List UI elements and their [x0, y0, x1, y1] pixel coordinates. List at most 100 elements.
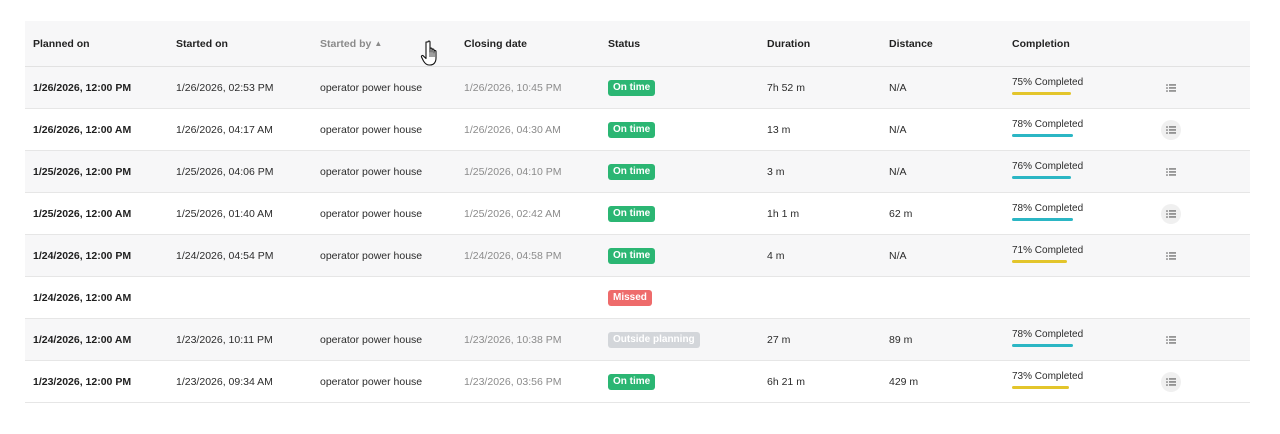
column-label: Status — [608, 37, 641, 50]
completion-progress-bar — [1012, 217, 1073, 221]
started-on-text: 1/25/2026, 01:40 AM — [176, 207, 273, 220]
duration-cell: 4 m — [767, 235, 785, 276]
column-label: Distance — [889, 37, 933, 50]
details-cell — [1161, 151, 1181, 192]
planned-on-cell: 1/26/2026, 12:00 AM — [33, 109, 131, 150]
column-label: Completion — [1012, 37, 1070, 50]
started-by-cell: operator power house — [320, 235, 422, 276]
table-row[interactable]: 1/24/2026, 12:00 AM 1/23/2026, 10:11 PM op… — [25, 319, 1250, 361]
status-cell: On time — [608, 193, 656, 234]
planned-on-cell: 1/25/2026, 12:00 PM — [33, 151, 131, 192]
view-details-button[interactable] — [1161, 162, 1181, 182]
table-row[interactable]: 1/24/2026, 12:00 AM Missed — [25, 277, 1250, 319]
started-on-cell: 1/23/2026, 10:11 PM — [176, 319, 273, 360]
status-badge: On time — [608, 205, 656, 222]
started-by-text: operator power house — [320, 333, 423, 346]
completion-progress-bar — [1012, 91, 1071, 95]
column-header-started-by[interactable]: Started by ▲ — [320, 21, 382, 66]
table-header: Planned on Started on Started by ▲ Closin… — [25, 21, 1250, 67]
view-details-button[interactable] — [1161, 119, 1181, 140]
table-row[interactable]: 1/23/2026, 12:00 PM 1/23/2026, 09:34 AM op… — [25, 361, 1250, 403]
column-header-status[interactable]: Status — [608, 21, 640, 66]
duration-text: 7h 52 m — [767, 81, 805, 94]
planned-on-text: 1/24/2026, 12:00 PM — [33, 249, 132, 262]
details-cell — [1161, 193, 1181, 234]
planned-on-text: 1/25/2026, 12:00 PM — [33, 165, 132, 178]
distance-cell: N/A — [889, 67, 907, 108]
table-row[interactable]: 1/26/2026, 12:00 AM 1/26/2026, 04:17 AM op… — [25, 109, 1250, 151]
started-by-cell: operator power house — [320, 109, 422, 150]
status-badge: On time — [608, 79, 656, 96]
planned-on-cell: 1/24/2026, 12:00 PM — [33, 235, 131, 276]
status-cell: Missed — [608, 277, 652, 318]
status-badge: On time — [608, 163, 656, 180]
column-header-duration[interactable]: Duration — [767, 21, 810, 66]
closing-date-text: 1/26/2026, 04:30 AM — [464, 123, 561, 136]
completion-cell: 78% Completed — [1012, 109, 1083, 150]
closing-date-cell: 1/25/2026, 04:10 PM — [464, 151, 562, 192]
closing-date-text: 1/23/2026, 10:38 PM — [464, 333, 562, 346]
list-icon — [1166, 167, 1176, 176]
column-header-distance[interactable]: Distance — [889, 21, 933, 66]
closing-date-text: 1/24/2026, 04:58 PM — [464, 249, 562, 262]
started-by-text: operator power house — [320, 249, 423, 262]
column-header-completion[interactable]: Completion — [1012, 21, 1070, 66]
completion-progress-bar — [1012, 343, 1073, 347]
completion-cell: 75% Completed — [1012, 67, 1083, 108]
started-by-cell: operator power house — [320, 151, 422, 192]
completion-label: 75% Completed — [1012, 76, 1084, 88]
column-header-started-on[interactable]: Started on — [176, 21, 228, 66]
view-details-button[interactable] — [1161, 203, 1181, 224]
started-on-cell: 1/25/2026, 01:40 AM — [176, 193, 273, 234]
table-row[interactable]: 1/25/2026, 12:00 PM 1/25/2026, 04:06 PM op… — [25, 151, 1250, 193]
duration-cell: 13 m — [767, 109, 790, 150]
status-badge: On time — [608, 121, 656, 138]
view-details-button[interactable] — [1161, 371, 1181, 392]
planned-on-cell: 1/23/2026, 12:00 PM — [33, 361, 131, 402]
status-cell: Outside planning — [608, 319, 700, 360]
list-icon — [1166, 125, 1176, 134]
status-badge: Outside planning — [608, 331, 700, 348]
view-details-button[interactable] — [1161, 330, 1181, 350]
duration-text: 4 m — [767, 249, 785, 262]
details-cell — [1161, 235, 1181, 276]
started-by-cell: operator power house — [320, 319, 422, 360]
table-row[interactable]: 1/25/2026, 12:00 AM 1/25/2026, 01:40 AM op… — [25, 193, 1250, 235]
hand-pointer-icon — [420, 40, 437, 66]
planned-on-cell: 1/24/2026, 12:00 AM — [33, 319, 131, 360]
view-details-button[interactable] — [1161, 246, 1181, 266]
completion-progress-bar — [1012, 385, 1069, 389]
started-by-text: operator power house — [320, 165, 423, 178]
list-icon — [1166, 209, 1176, 218]
view-details-button[interactable] — [1161, 78, 1181, 98]
table-row[interactable]: 1/26/2026, 12:00 PM 1/26/2026, 02:53 PM op… — [25, 67, 1250, 109]
completion-label: 78% Completed — [1012, 118, 1084, 130]
details-cell — [1161, 361, 1181, 402]
completion-progress-bar — [1012, 175, 1071, 179]
planned-on-text: 1/25/2026, 12:00 AM — [33, 207, 132, 220]
duration-text: 6h 21 m — [767, 375, 805, 388]
closing-date-text: 1/25/2026, 02:42 AM — [464, 207, 561, 220]
closing-date-cell: 1/23/2026, 03:56 PM — [464, 361, 562, 402]
column-header-planned-on[interactable]: Planned on — [33, 21, 90, 66]
table-row[interactable]: 1/24/2026, 12:00 PM 1/24/2026, 04:54 PM op… — [25, 235, 1250, 277]
status-cell: On time — [608, 109, 656, 150]
distance-text: N/A — [889, 81, 907, 94]
details-cell — [1161, 67, 1181, 108]
list-icon — [1166, 377, 1176, 386]
column-label: Started by — [320, 37, 372, 50]
details-cell — [1161, 319, 1181, 360]
column-label: Started on — [176, 37, 228, 50]
duration-cell: 7h 52 m — [767, 67, 805, 108]
closing-date-cell: 1/24/2026, 04:58 PM — [464, 235, 562, 276]
closing-date-text: 1/25/2026, 04:10 PM — [464, 165, 562, 178]
started-on-cell: 1/26/2026, 04:17 AM — [176, 109, 273, 150]
completion-cell: 71% Completed — [1012, 235, 1083, 276]
closing-date-cell: 1/26/2026, 04:30 AM — [464, 109, 561, 150]
list-icon — [1166, 251, 1176, 260]
distance-text: 89 m — [889, 333, 913, 346]
column-header-closing-date[interactable]: Closing date — [464, 21, 527, 66]
completion-label: 78% Completed — [1012, 202, 1084, 214]
planned-on-text: 1/24/2026, 12:00 AM — [33, 333, 132, 346]
details-cell — [1161, 109, 1181, 150]
